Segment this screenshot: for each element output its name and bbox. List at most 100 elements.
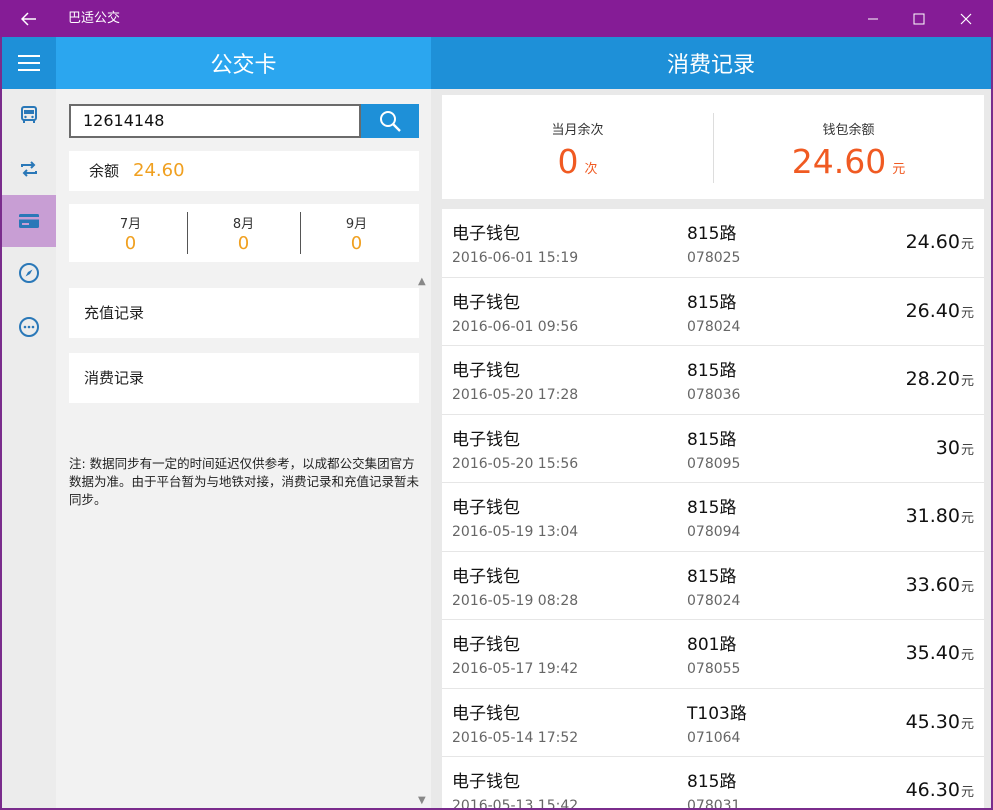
more-icon	[19, 317, 39, 337]
bus-icon	[21, 106, 37, 123]
scroll-up-arrow[interactable]: ▲	[418, 276, 426, 287]
records-panel: 当月余次 0次 钱包余额 24.60 元 电子钱包 2016-06-01 15:19…	[431, 89, 991, 808]
record-code: 078025	[687, 250, 741, 266]
window-title: 巴适公交	[68, 11, 121, 26]
record-route: 815路	[687, 429, 737, 450]
record-time: 2016-05-19 08:28	[452, 592, 579, 609]
hamburger-icon	[18, 55, 40, 71]
wallet-balance-value: 24.60	[791, 142, 887, 181]
close-icon	[960, 13, 972, 24]
record-route: 815路	[687, 498, 737, 518]
record-row[interactable]: 电子钱包 2016-06-01 09:56 815路 078024 26.40元	[442, 277, 984, 346]
close-button[interactable]	[943, 0, 989, 37]
nav-item-discover[interactable]	[2, 247, 56, 299]
record-route: 815路	[687, 772, 737, 792]
record-route: 815路	[687, 361, 737, 381]
record-amount: 24.60元	[905, 231, 974, 253]
month-august: 8月 0	[232, 217, 255, 254]
balance-label: 余额	[89, 162, 120, 180]
nav-item-more[interactable]	[2, 301, 56, 353]
record-route: 801路	[687, 635, 737, 655]
sync-note: 注: 数据同步有一定的时间延迟仅供参考，以成都公交集团官方数据为准。由于平台暂为…	[69, 456, 420, 507]
record-code: 078055	[687, 661, 741, 677]
record-amount: 31.80元	[905, 505, 974, 527]
record-type: 电子钱包	[452, 772, 520, 792]
record-time: 2016-05-17 19:42	[452, 661, 579, 677]
record-time: 2016-05-13 15:42	[452, 798, 579, 808]
record-type: 电子钱包	[452, 635, 520, 655]
record-row[interactable]: 电子钱包 2016-05-20 17:28 815路 078036 28.20元	[442, 346, 984, 415]
minimize-icon	[868, 18, 878, 19]
record-amount: 26.40元	[905, 299, 974, 322]
search-button[interactable]	[361, 104, 419, 138]
back-button[interactable]	[0, 0, 58, 37]
maximize-icon	[913, 13, 925, 24]
record-row[interactable]: 电子钱包 2016-05-14 17:52 T103路 071064 45.30元	[442, 688, 984, 757]
record-row[interactable]: 电子钱包 2016-05-19 13:04 815路 078094 31.80元	[442, 483, 984, 552]
record-amount: 28.20元	[905, 368, 974, 390]
record-type: 电子钱包	[452, 498, 520, 518]
month-september: 9月 0	[345, 217, 368, 254]
record-amount: 35.40元	[905, 642, 974, 664]
card-number-input[interactable]: 12614148	[69, 104, 361, 138]
card-panel-header: 公交卡	[56, 37, 431, 89]
record-route: 815路	[687, 566, 737, 587]
hamburger-button[interactable]	[2, 37, 56, 89]
record-type: 电子钱包	[452, 429, 520, 450]
rides-remaining-value: 0	[557, 142, 579, 181]
monthly-rides-card: 7月 0 8月 0 9月 0	[69, 204, 419, 262]
app-window: 公交卡 消费记录 12614148 余额 24.60 7月 0 8月 0 9月 …	[2, 37, 991, 808]
record-code: 071064	[687, 729, 741, 746]
record-type: 电子钱包	[452, 292, 520, 313]
nav-item-transfer[interactable]	[2, 143, 56, 195]
balance-value: 24.60	[133, 160, 185, 181]
record-code: 078024	[687, 592, 741, 609]
record-row[interactable]: 电子钱包 2016-05-20 15:56 815路 078095 30元	[442, 414, 984, 483]
record-row[interactable]: 电子钱包 2016-05-17 19:42 801路 078055 35.40元	[442, 620, 984, 689]
records-list[interactable]: 电子钱包 2016-06-01 15:19 815路 078025 24.60元 电子钱包…	[442, 209, 984, 808]
wallet-balance-summary: 钱包余额 24.60 元	[791, 123, 906, 181]
minimize-button[interactable]	[850, 0, 896, 37]
month-july: 7月 0	[119, 217, 142, 254]
record-type: 电子钱包	[452, 566, 520, 587]
recharge-records-link[interactable]: 充值记录	[69, 288, 419, 338]
record-time: 2016-06-01 15:19	[452, 250, 579, 266]
record-code: 078024	[687, 318, 741, 335]
record-amount: 46.30元	[905, 779, 974, 801]
records-panel-header: 消费记录	[431, 37, 991, 89]
record-time: 2016-05-19 13:04	[452, 524, 579, 540]
record-amount: 33.60元	[905, 573, 974, 596]
record-row[interactable]: 电子钱包 2016-06-01 15:19 815路 078025 24.60元	[442, 209, 984, 278]
record-row[interactable]: 电子钱包 2016-05-13 15:42 815路 078031 46.30元	[442, 757, 984, 808]
record-code: 078095	[687, 455, 741, 472]
search-icon	[380, 111, 401, 132]
record-code: 078036	[687, 387, 741, 403]
consume-records-link[interactable]: 消费记录	[69, 353, 419, 403]
record-type: 电子钱包	[452, 361, 520, 381]
maximize-button[interactable]	[896, 0, 942, 37]
record-time: 2016-05-20 15:56	[452, 455, 579, 472]
record-route: 815路	[687, 292, 737, 313]
nav-rail	[2, 37, 56, 808]
record-time: 2016-05-14 17:52	[452, 729, 579, 746]
balance-card: 余额 24.60	[69, 151, 419, 191]
record-route: T103路	[687, 703, 747, 724]
record-amount: 30元	[935, 436, 974, 459]
title-bar: 巴适公交	[0, 0, 993, 37]
nav-item-card[interactable]	[2, 195, 56, 247]
record-type: 电子钱包	[452, 703, 520, 724]
summary-card: 当月余次 0次 钱包余额 24.60 元	[442, 95, 984, 199]
record-code: 078094	[687, 524, 741, 540]
record-type: 电子钱包	[452, 224, 520, 244]
scroll-down-arrow[interactable]: ▼	[418, 795, 426, 806]
record-time: 2016-06-01 09:56	[452, 318, 579, 335]
card-panel: 12614148 余额 24.60 7月 0 8月 0 9月 0 ▲ 充值记录 …	[56, 89, 431, 808]
card-icon	[19, 214, 39, 228]
record-row[interactable]: 电子钱包 2016-05-19 08:28 815路 078024 33.60元	[442, 551, 984, 620]
record-code: 078031	[687, 798, 741, 808]
record-amount: 45.30元	[905, 710, 974, 733]
transfer-icon	[21, 161, 37, 177]
compass-icon	[19, 263, 39, 283]
nav-item-bus[interactable]	[2, 89, 56, 141]
back-arrow-icon	[21, 11, 36, 26]
